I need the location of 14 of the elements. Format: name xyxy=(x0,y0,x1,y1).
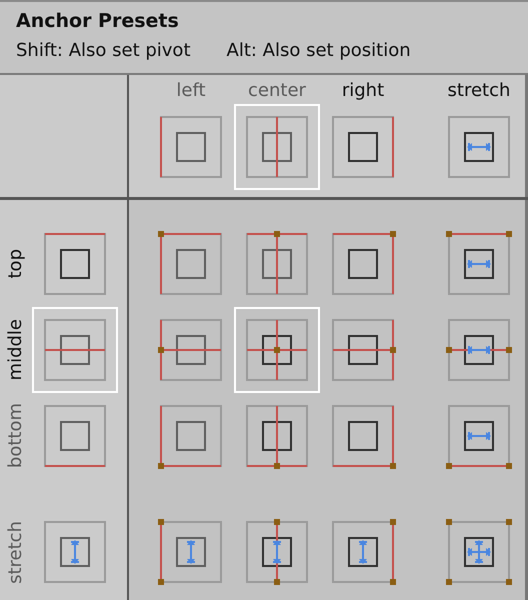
row-label: middle xyxy=(4,319,27,381)
column-label: center xyxy=(248,79,306,103)
row-label: top xyxy=(4,249,27,279)
anchor-preset-button[interactable] xyxy=(234,307,320,393)
column-label: left xyxy=(176,79,206,103)
anchor-preset-button[interactable] xyxy=(32,307,118,393)
column-label: right xyxy=(342,79,384,103)
hint-text: Shift: Also set pivot xyxy=(16,39,191,63)
row-label: stretch xyxy=(4,520,27,584)
hint-text: Alt: Also set position xyxy=(226,39,411,63)
anchor-preset-button[interactable] xyxy=(234,104,320,190)
column-label: stretch xyxy=(448,79,510,103)
row-label: bottom xyxy=(4,403,27,469)
popup-title: Anchor Presets xyxy=(16,9,180,34)
